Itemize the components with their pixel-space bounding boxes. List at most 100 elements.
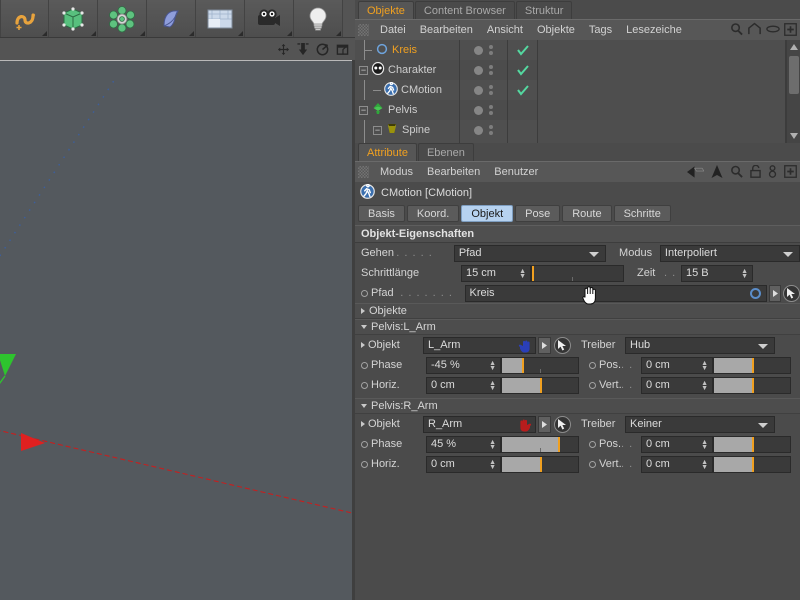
zoom-view-icon[interactable] <box>297 43 309 56</box>
object-row-pelvis[interactable]: − Pelvis <box>355 100 459 120</box>
stepper-arrows-icon[interactable]: ▲▼ <box>701 460 708 470</box>
l-arm-horiz-input[interactable]: 0 cm ▲▼ <box>426 377 501 394</box>
stepper-arrows-icon[interactable]: ▲▼ <box>701 381 708 391</box>
stepper-arrows-icon[interactable]: ▲▼ <box>489 460 496 470</box>
3d-viewport[interactable] <box>0 60 352 600</box>
tab-ebenen[interactable]: Ebenen <box>418 143 474 161</box>
tool-submenu-corner[interactable] <box>140 31 145 36</box>
pos-radio-l[interactable] <box>589 362 596 369</box>
tool-submenu-corner[interactable] <box>336 31 341 36</box>
mode-tab-objekt[interactable]: Objekt <box>461 205 513 222</box>
search-icon[interactable] <box>730 165 743 178</box>
group-objekte[interactable]: Objekte <box>355 303 800 319</box>
horiz-radio-r[interactable] <box>361 461 368 468</box>
cube-primitive-button[interactable] <box>49 0 98 37</box>
pfad-link-field[interactable]: Kreis <box>465 285 767 302</box>
menu-ansicht[interactable]: Ansicht <box>480 20 530 40</box>
menu-modus[interactable]: Modus <box>373 162 420 182</box>
tab-attribute[interactable]: Attribute <box>358 143 417 161</box>
chevron-right-icon[interactable] <box>361 421 365 427</box>
lock-icon[interactable] <box>750 165 761 178</box>
scroll-up-arrow[interactable] <box>787 41 800 53</box>
phase-radio-l[interactable] <box>361 362 368 369</box>
eye-icon[interactable] <box>766 24 780 34</box>
objekt-eigenschaften-header[interactable]: Objekt-Eigenschaften <box>355 225 800 243</box>
visibility-dots[interactable] <box>460 80 507 100</box>
stepper-arrows-icon[interactable]: ▲▼ <box>489 361 496 371</box>
mode-tab-basis[interactable]: Basis <box>358 205 405 222</box>
r-arm-picker-button[interactable] <box>554 416 571 433</box>
spheres-array-button[interactable] <box>98 0 147 37</box>
visibility-dots[interactable] <box>460 120 507 140</box>
mode-tab-koord[interactable]: Koord. <box>407 205 459 222</box>
r-arm-vert-input[interactable]: 0 cm ▲▼ <box>641 456 713 473</box>
nurbs-object-button[interactable] <box>147 0 196 37</box>
panel-grip-icon[interactable] <box>358 166 369 178</box>
tab-struktur[interactable]: Struktur <box>516 1 573 19</box>
tab-objekte[interactable]: Objekte <box>358 1 414 19</box>
stepper-arrows-icon[interactable]: ▲▼ <box>701 440 708 450</box>
r-arm-pos-slider[interactable] <box>713 436 791 453</box>
tree-expander-icon[interactable]: − <box>359 106 368 115</box>
object-manager-scrollbar[interactable] <box>786 40 800 143</box>
pfad-picker-button[interactable] <box>783 285 800 302</box>
object-tree[interactable]: Kreis − Charakter CMoti <box>355 40 460 143</box>
check-icon[interactable] <box>517 45 529 56</box>
light-object-button[interactable] <box>294 0 343 37</box>
l-arm-picker-button[interactable] <box>554 337 571 354</box>
enable-check[interactable] <box>508 60 537 80</box>
visibility-dots[interactable] <box>460 100 507 120</box>
tool-submenu-corner[interactable] <box>42 31 47 36</box>
object-row-cmotion[interactable]: CMotion <box>355 80 459 100</box>
tool-submenu-corner[interactable] <box>189 31 194 36</box>
object-row-kreis[interactable]: Kreis <box>355 40 459 60</box>
visibility-dot[interactable] <box>474 106 483 115</box>
l-arm-treiber-dropdown[interactable]: Hub <box>625 337 775 354</box>
back-arrow-icon[interactable] <box>687 166 704 178</box>
visibility-dots[interactable] <box>460 60 507 80</box>
l-arm-vert-slider[interactable] <box>713 377 791 394</box>
enable-check[interactable] <box>508 40 537 60</box>
visibility-dot[interactable] <box>474 126 483 135</box>
enable-check[interactable] <box>508 80 537 100</box>
tool-submenu-corner[interactable] <box>238 31 243 36</box>
stepper-arrows-icon[interactable]: ▲▼ <box>489 381 496 391</box>
spline-pen-tool-button[interactable] <box>0 0 49 37</box>
modus-dropdown[interactable]: Interpoliert <box>660 245 800 262</box>
tree-expander-icon[interactable]: − <box>359 66 368 75</box>
check-icon[interactable] <box>517 85 529 96</box>
tool-submenu-corner[interactable] <box>287 31 292 36</box>
l-arm-phase-slider[interactable] <box>501 357 579 374</box>
chevron-right-icon[interactable] <box>361 342 365 348</box>
l-arm-pos-input[interactable]: 0 cm ▲▼ <box>641 357 713 374</box>
home-icon[interactable] <box>747 22 762 36</box>
r-arm-object-field[interactable]: R_Arm <box>423 416 536 433</box>
r-arm-horiz-input[interactable]: 0 cm ▲▼ <box>426 456 501 473</box>
r-arm-phase-slider[interactable] <box>501 436 579 453</box>
scrollbar-thumb[interactable] <box>789 56 799 94</box>
schrittlaenge-slider[interactable] <box>531 265 624 282</box>
group-pelvis-r-arm[interactable]: Pelvis:R_Arm <box>355 398 800 414</box>
r-arm-phase-input[interactable]: 45 % ▲▼ <box>426 436 501 453</box>
camera-object-button[interactable] <box>245 0 294 37</box>
check-icon[interactable] <box>517 65 529 76</box>
schrittlaenge-input[interactable]: 15 cm ▲▼ <box>461 265 531 282</box>
menu-bearbeiten[interactable]: Bearbeiten <box>413 20 480 40</box>
phase-radio-r[interactable] <box>361 441 368 448</box>
pfad-radio[interactable] <box>361 290 368 297</box>
stepper-arrows-icon[interactable]: ▲▼ <box>701 361 708 371</box>
pos-radio-r[interactable] <box>589 441 596 448</box>
tree-expander-icon[interactable]: − <box>373 126 382 135</box>
menu-datei[interactable]: Datei <box>373 20 413 40</box>
visibility-dot[interactable] <box>474 86 483 95</box>
visibility-dot[interactable] <box>474 66 483 75</box>
tab-content-browser[interactable]: Content Browser <box>415 1 515 19</box>
r-arm-treiber-dropdown[interactable]: Keiner <box>625 416 775 433</box>
menu-objekte[interactable]: Objekte <box>530 20 582 40</box>
scroll-down-arrow[interactable] <box>787 130 800 142</box>
enable-check-empty[interactable] <box>508 120 537 140</box>
mode-tab-route[interactable]: Route <box>562 205 611 222</box>
gehen-dropdown[interactable]: Pfad <box>454 245 606 262</box>
mode-tab-schritte[interactable]: Schritte <box>614 205 671 222</box>
horiz-radio-l[interactable] <box>361 382 368 389</box>
